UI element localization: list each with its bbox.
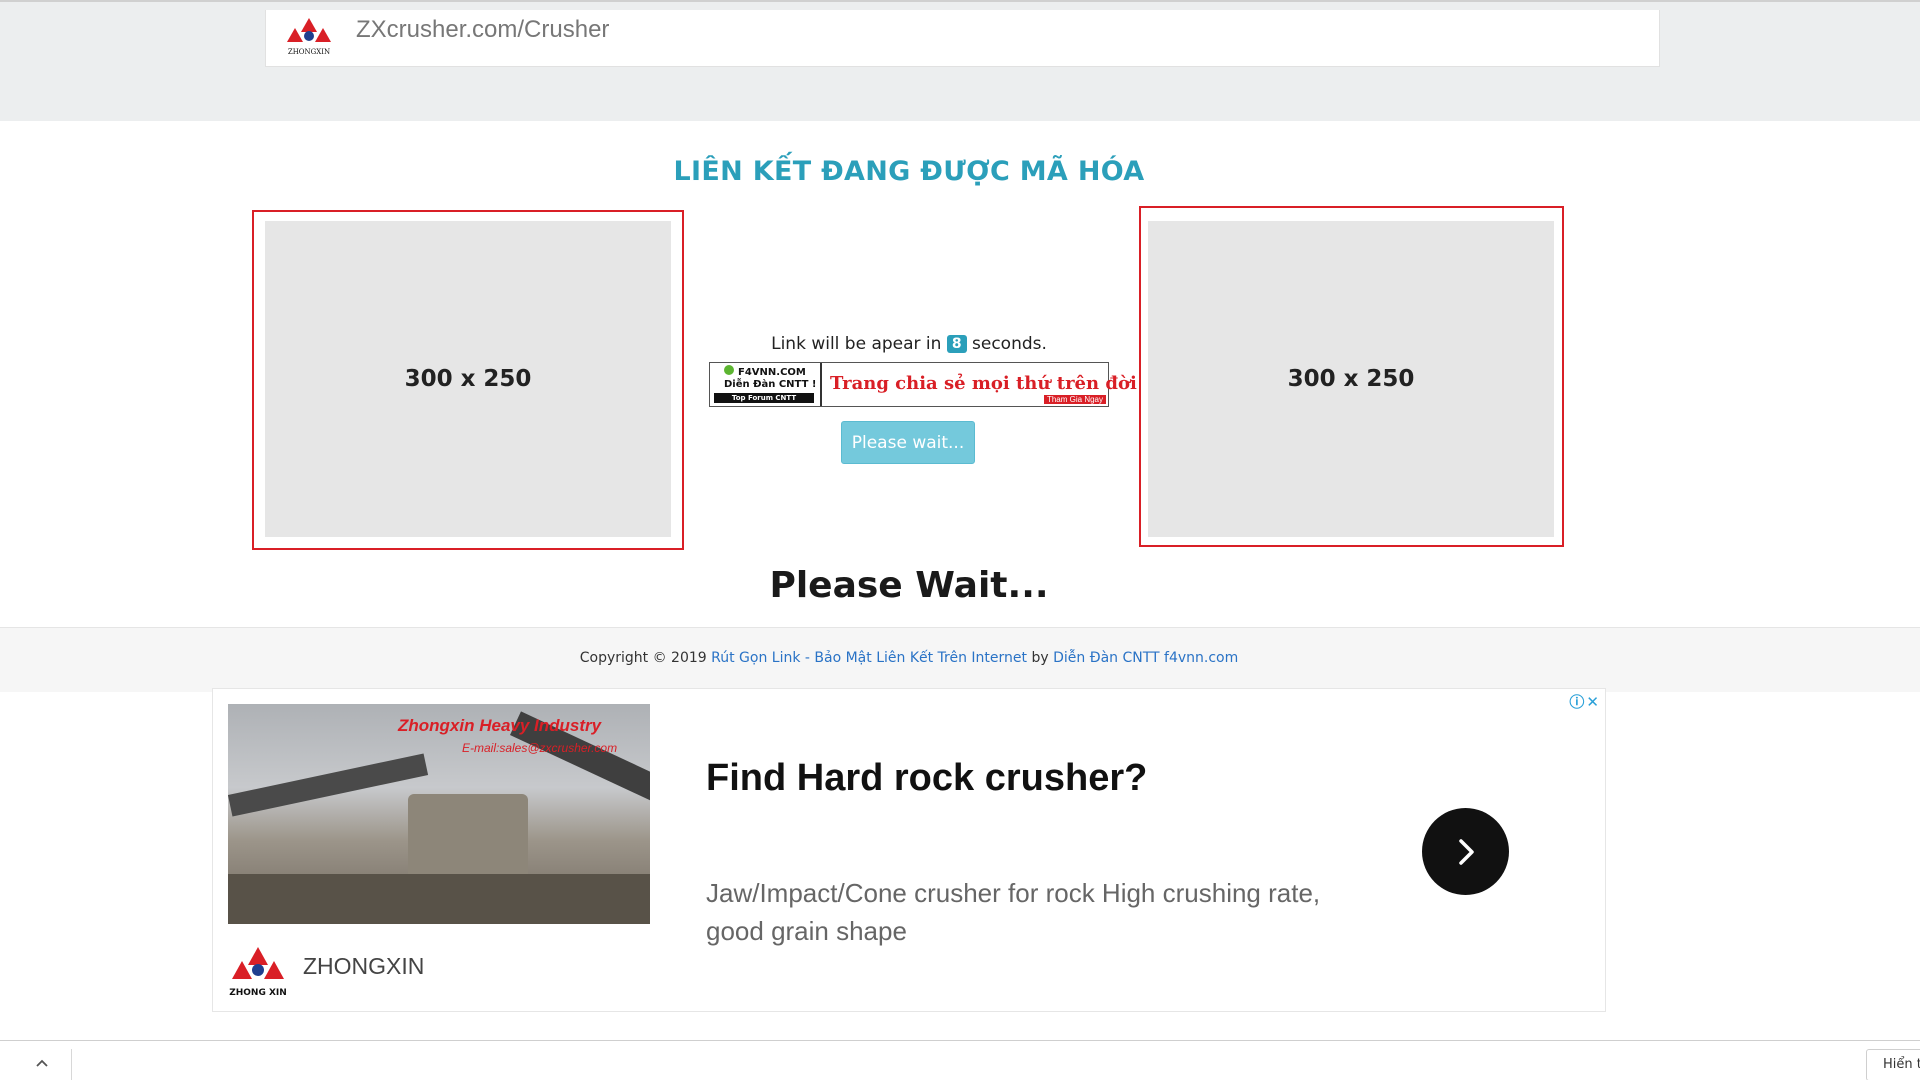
show-all-button[interactable]: Hiển thị tất cả [1866, 1049, 1920, 1080]
ad-photo-mail: E-mail:sales@zxcrusher.com [462, 741, 618, 755]
banner-slogan: Trang chia sẻ mọi thứ trên đời [830, 373, 1137, 394]
ad-slot-right[interactable]: 300 x 250 [1139, 206, 1564, 547]
bottom-ad[interactable]: ⓘ✕ Zhongxin Heavy Industry E-mail:sales@… [212, 688, 1606, 1012]
apple-icon [724, 365, 734, 375]
footer-link-forum[interactable]: Diễn Đàn CNTT f4vnn.com [1053, 650, 1238, 666]
downloads-divider [71, 1049, 72, 1080]
copyright-text: Copyright © 2019 [579, 650, 707, 666]
please-wait-button[interactable]: Please wait... [841, 421, 975, 464]
ad-placeholder-left: 300 x 250 [265, 221, 671, 537]
banner-forum: Diễn Đàn CNTT ! [724, 379, 817, 390]
close-icon[interactable]: ✕ [1586, 693, 1601, 711]
chevron-right-icon [1458, 838, 1474, 865]
countdown-badge: 8 [946, 335, 967, 353]
page-title: LIÊN KẾT ĐANG ĐƯỢC MÃ HÓA [673, 156, 1145, 187]
zhongxin-logo-icon: ZHONGXIN [287, 18, 331, 56]
countdown-suffix: seconds. [972, 334, 1047, 354]
please-wait-heading: Please Wait... [769, 565, 1049, 606]
info-icon[interactable]: ⓘ [1569, 693, 1586, 711]
ad-cta-button[interactable] [1422, 808, 1509, 895]
svg-text:ZHONG XIN: ZHONG XIN [229, 988, 287, 998]
ad-description[interactable]: Jaw/Impact/Cone crusher for rock High cr… [706, 874, 1356, 950]
ad-photo-brand: Zhongxin Heavy Industry [398, 716, 602, 735]
ad-choices[interactable]: ⓘ✕ [1569, 691, 1601, 712]
banner-slogan-area: Trang chia sẻ mọi thứ trên đời Tham Gia … [822, 363, 1137, 406]
chevron-up-icon[interactable] [30, 1051, 54, 1075]
top-ad-band: ZHONGXIN ZXcrusher.com/Crusher [0, 0, 1920, 121]
footer-link-shortener[interactable]: Rút Gọn Link - Bảo Mật Liên Kết Trên Int… [711, 650, 1027, 666]
zhongxin-logo-icon: ZHONG XIN [229, 947, 287, 998]
banner-site: F4VNN.COM [738, 367, 806, 378]
countdown-prefix: Link will be apear in [771, 334, 942, 354]
ad-slot-left[interactable]: 300 x 250 [252, 210, 684, 550]
footer-copyright: Copyright © 2019 Rút Gọn Link - Bảo Mật … [0, 650, 1818, 666]
footer-by: by [1031, 650, 1049, 666]
page: ZHONGXIN ZXcrusher.com/Crusher LIÊN KẾT … [0, 0, 1920, 1080]
downloads-bar: Hiển thị tất cả [0, 1040, 1920, 1080]
countdown-text: Link will be apear in 8 seconds. [700, 334, 1118, 354]
ad-title[interactable]: Find Hard rock crusher? [706, 757, 1147, 800]
top-banner-ad[interactable]: ZHONGXIN ZXcrusher.com/Crusher [265, 10, 1660, 67]
banner-logo: F4VNN.COM Diễn Đàn CNTT ! Top Forum CNTT [710, 363, 822, 406]
f4vnn-banner[interactable]: F4VNN.COM Diễn Đàn CNTT ! Top Forum CNTT… [709, 362, 1137, 407]
banner-sub: Top Forum CNTT [714, 393, 814, 403]
ad-placeholder-right: 300 x 250 [1148, 221, 1554, 537]
banner-tag: Tham Gia Ngay [1043, 395, 1106, 404]
top-ad-text[interactable]: ZXcrusher.com/Crusher [356, 10, 609, 50]
ad-brand-name[interactable]: ZHONGXIN [303, 953, 424, 980]
ad-photo[interactable]: Zhongxin Heavy Industry E-mail:sales@zxc… [228, 704, 650, 924]
svg-text:ZHONGXIN: ZHONGXIN [288, 48, 330, 56]
footer: Copyright © 2019 Rút Gọn Link - Bảo Mật … [0, 627, 1920, 692]
